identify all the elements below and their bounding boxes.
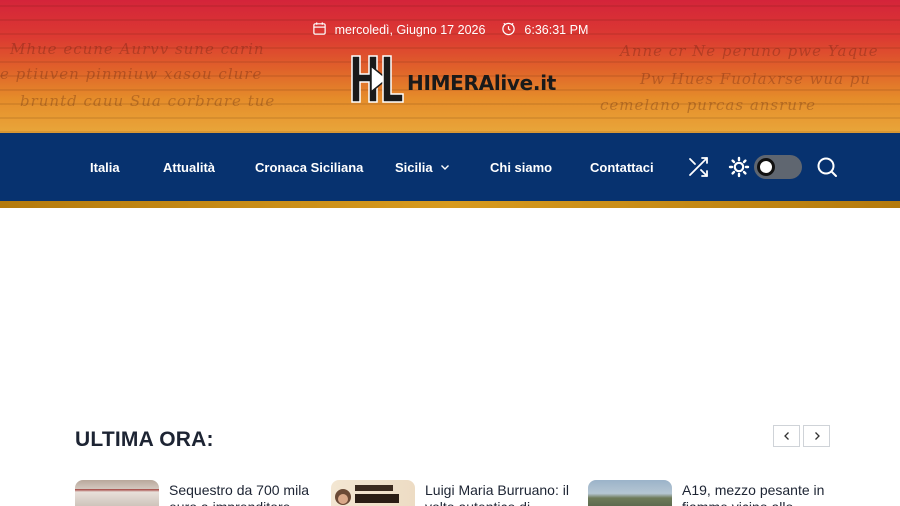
chevron-left-icon: [783, 432, 789, 440]
nav-item-attualita[interactable]: Attualità: [163, 133, 215, 201]
nav-item-label: Italia: [90, 159, 120, 175]
carousel-next-button[interactable]: [803, 425, 830, 447]
time-display: 6:36:31 PM: [501, 21, 588, 39]
sun-icon[interactable]: [727, 155, 751, 179]
nav-item-label: Contattaci: [590, 159, 654, 175]
logo-mark-icon: [351, 55, 404, 103]
clock-icon: [501, 21, 516, 39]
news-title[interactable]: Sequestro da 700 mila euro a imprenditor…: [169, 482, 315, 506]
nav-item-label: Cronaca Siciliana: [255, 159, 364, 175]
news-card[interactable]: Sequestro da 700 mila euro a imprenditor…: [75, 480, 315, 506]
search-icon[interactable]: [815, 155, 839, 179]
shuffle-icon[interactable]: [686, 155, 710, 179]
nav-item-italia[interactable]: Italia: [90, 133, 120, 201]
logo-text: HIMERAlive.it: [407, 71, 557, 95]
news-thumbnail: [331, 480, 415, 506]
nav-item-label: Attualità: [163, 159, 215, 175]
nav-item-label: Chi siamo: [490, 159, 553, 175]
chevron-right-icon: [814, 432, 820, 440]
news-card[interactable]: A19, mezzo pesante in fiamme vicino allo: [588, 480, 828, 506]
nav-item-cronaca-siciliana[interactable]: Cronaca Siciliana: [255, 133, 363, 201]
news-title[interactable]: A19, mezzo pesante in fiamme vicino allo: [682, 482, 828, 506]
header-banner: Mhue ecune Aurvv sune carin e ptiuven pi…: [0, 0, 900, 133]
chevron-down-icon: [440, 165, 449, 170]
time-text: 6:36:31 PM: [524, 23, 589, 37]
dark-mode-toggle[interactable]: [754, 155, 802, 179]
carousel-prev-button[interactable]: [773, 425, 800, 447]
news-title[interactable]: Luigi Maria Burruano: il volto autentico…: [425, 482, 571, 506]
toggle-knob: [757, 158, 775, 176]
site-logo[interactable]: HIMERAlive.it: [347, 52, 567, 106]
nav-item-sicilia[interactable]: Sicilia: [395, 133, 450, 201]
calendar-icon: [312, 21, 327, 39]
nav-item-label: Sicilia: [395, 159, 433, 175]
nav-item-contattaci[interactable]: Contattaci: [590, 133, 654, 201]
news-card[interactable]: Luigi Maria Burruano: il volto autentico…: [331, 480, 571, 506]
news-thumbnail: [588, 480, 672, 506]
date-text: mercoledì, Giugno 17 2026: [334, 23, 486, 37]
date-display: mercoledì, Giugno 17 2026: [312, 21, 486, 39]
nav-accent-strip: [0, 201, 900, 208]
nav-item-chi-siamo[interactable]: Chi siamo: [490, 133, 552, 201]
section-title-ultima-ora: ULTIMA ORA:: [75, 428, 214, 451]
dateline: mercoledì, Giugno 17 2026 6:36:31 PM: [0, 20, 900, 40]
news-thumbnail: [75, 480, 159, 506]
